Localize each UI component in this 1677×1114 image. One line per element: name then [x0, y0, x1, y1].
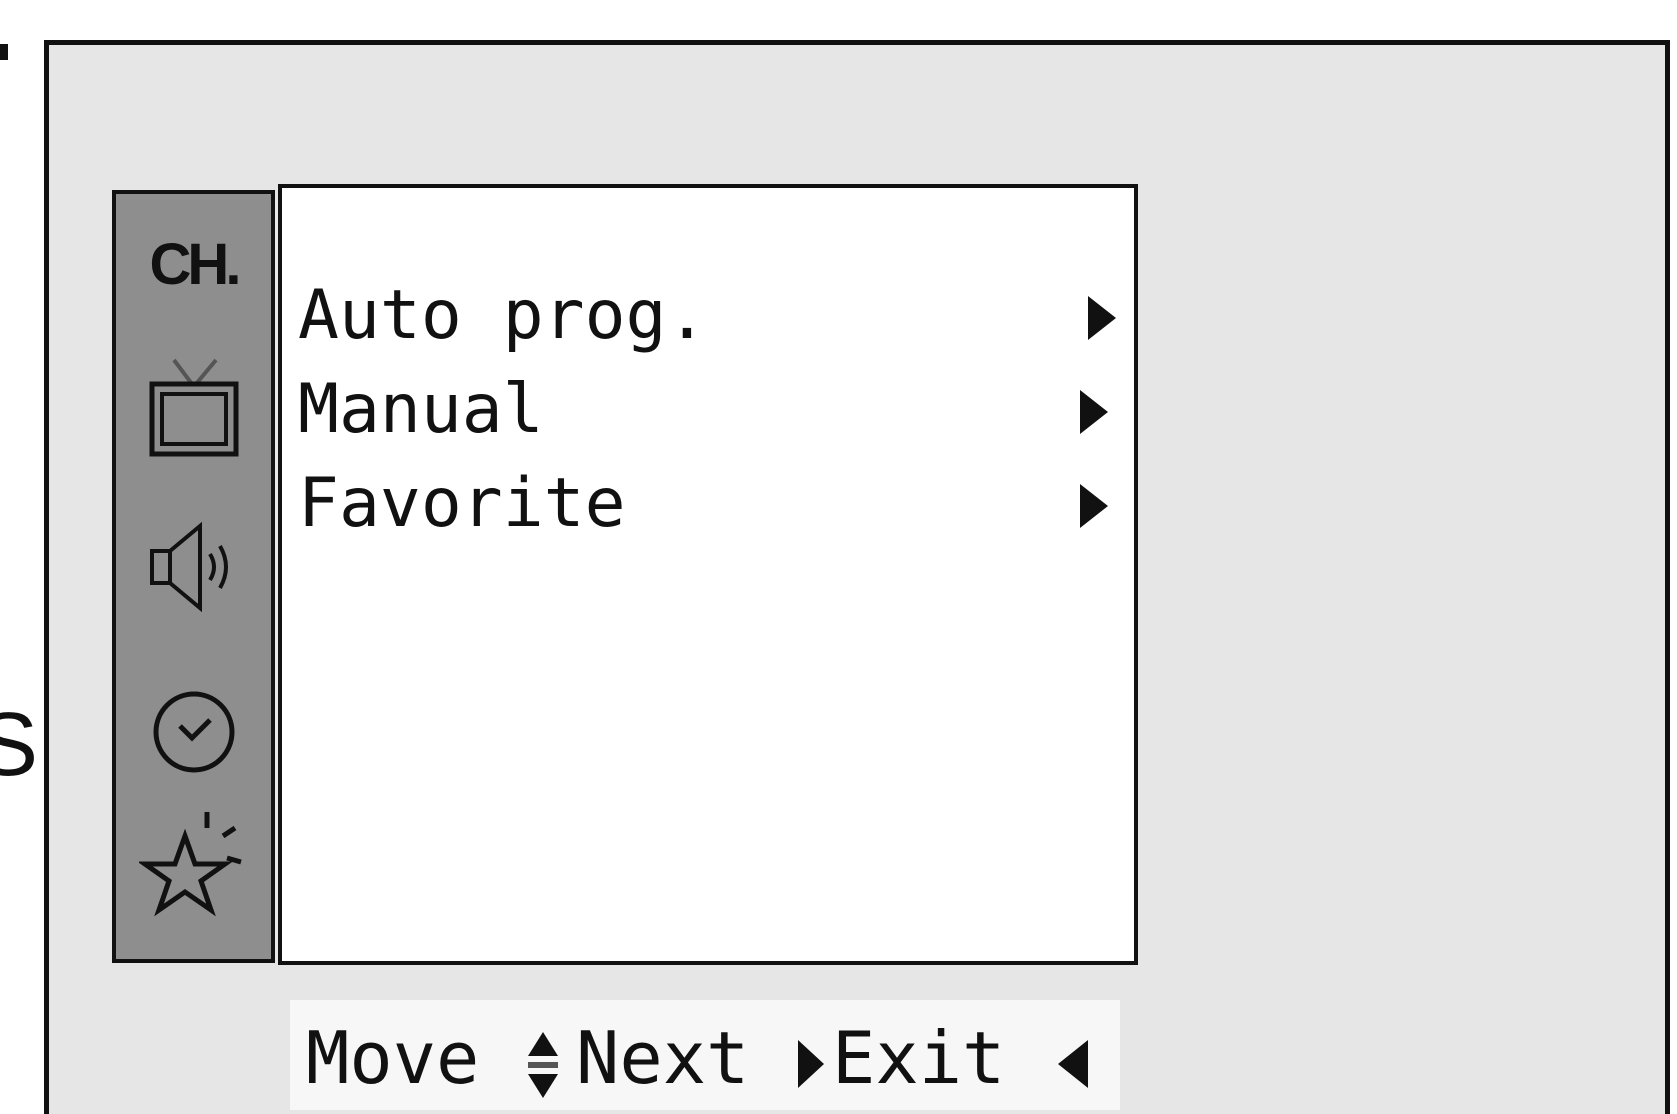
page-edge-mark — [0, 44, 8, 60]
right-triangle-icon — [1080, 484, 1108, 528]
menu-item-auto-prog[interactable]: Auto prog. — [298, 276, 1118, 356]
help-next-label: Next — [576, 1016, 750, 1100]
channel-menu-panel: Auto prog. Manual Favorite — [278, 184, 1138, 965]
star-icon — [138, 812, 242, 917]
up-down-arrow-icon — [528, 1032, 558, 1098]
tv-icon — [149, 358, 238, 457]
help-exit-label: Exit — [832, 1016, 1006, 1100]
channel-menu-tab[interactable]: CH. — [116, 232, 271, 297]
clock-icon — [153, 691, 234, 773]
help-bar: Move Next Exit — [290, 1000, 1120, 1110]
picture-menu-tab[interactable] — [116, 354, 271, 464]
sound-menu-tab[interactable] — [116, 516, 271, 616]
special-menu-tab[interactable] — [116, 806, 271, 918]
menu-item-label: Favorite — [298, 464, 626, 543]
help-move-label: Move — [306, 1016, 480, 1100]
right-triangle-icon — [1080, 390, 1108, 434]
speaker-icon — [149, 521, 228, 613]
channel-tab-label: CH. — [149, 231, 242, 297]
page: S CH. Auto prog. Manual Favorite Move Ne… — [0, 0, 1677, 1114]
menu-sidebar: CH. — [112, 190, 275, 963]
right-triangle-icon — [1088, 296, 1116, 340]
time-menu-tab[interactable] — [116, 680, 271, 780]
menu-item-manual[interactable]: Manual — [298, 370, 1118, 450]
right-triangle-icon — [798, 1040, 824, 1088]
menu-item-favorite[interactable]: Favorite — [298, 464, 1118, 544]
page-edge-glyph: S — [0, 695, 39, 795]
left-triangle-icon — [1058, 1040, 1088, 1088]
menu-item-label: Auto prog. — [298, 276, 708, 355]
menu-item-label: Manual — [298, 370, 544, 449]
